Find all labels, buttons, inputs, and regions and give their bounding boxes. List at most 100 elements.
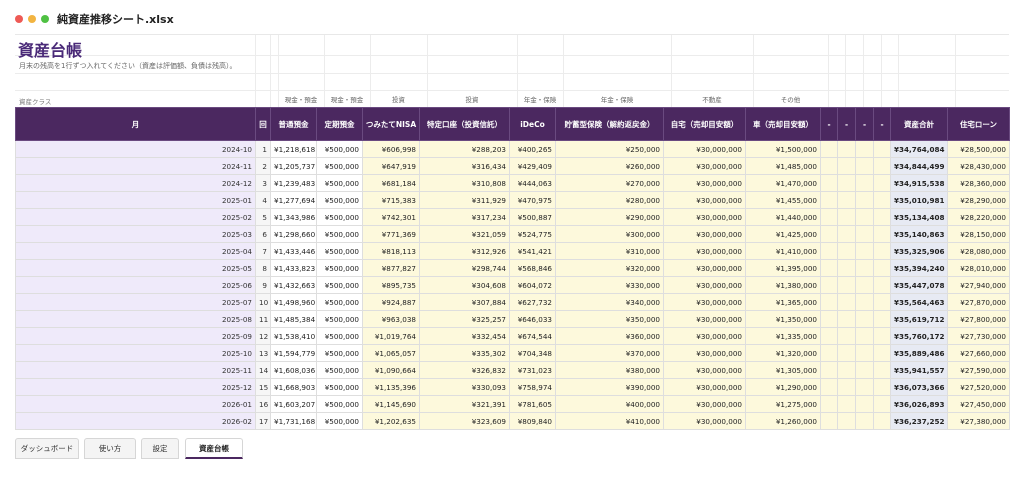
cell-home[interactable]: ¥30,000,000: [663, 174, 746, 192]
header-asset-total[interactable]: 資産合計: [890, 107, 948, 141]
cell-home[interactable]: ¥30,000,000: [663, 157, 746, 175]
cell-home[interactable]: ¥30,000,000: [663, 276, 746, 294]
cell-ideco[interactable]: ¥781,605: [509, 395, 556, 413]
cell-spare-1[interactable]: [820, 344, 838, 362]
cell-asset-total[interactable]: ¥35,941,557: [890, 361, 948, 379]
cell-spare-1[interactable]: [820, 395, 838, 413]
cell-ideco[interactable]: ¥429,409: [509, 157, 556, 175]
cell-spare-1[interactable]: [820, 140, 838, 158]
cell-mortgage[interactable]: ¥27,590,000: [947, 361, 1010, 379]
cell-nisa[interactable]: ¥647,919: [362, 157, 420, 175]
cell-savings[interactable]: ¥1,603,207: [270, 395, 317, 413]
cell-month[interactable]: 2024-12: [15, 174, 256, 192]
cell-time-deposit[interactable]: ¥500,000: [316, 225, 363, 243]
cell-mortgage[interactable]: ¥28,150,000: [947, 225, 1010, 243]
cell-home[interactable]: ¥30,000,000: [663, 361, 746, 379]
cell-home[interactable]: ¥30,000,000: [663, 191, 746, 209]
cell-nisa[interactable]: ¥895,735: [362, 276, 420, 294]
cell-insurance[interactable]: ¥300,000: [555, 225, 664, 243]
cell-asset-total[interactable]: ¥36,026,893: [890, 395, 948, 413]
cell-spare-1[interactable]: [820, 412, 838, 430]
cell-nisa[interactable]: ¥681,184: [362, 174, 420, 192]
cell-asset-total[interactable]: ¥35,619,712: [890, 310, 948, 328]
header-ideco[interactable]: iDeCo: [509, 107, 556, 141]
cell-month[interactable]: 2025-01: [15, 191, 256, 209]
cell-car[interactable]: ¥1,320,000: [745, 344, 821, 362]
cell-spare-1[interactable]: [820, 259, 838, 277]
cell-ideco[interactable]: ¥674,544: [509, 327, 556, 345]
cell-month[interactable]: 2025-12: [15, 378, 256, 396]
cell-taxable-trust[interactable]: ¥288,203: [419, 140, 510, 158]
header-insurance[interactable]: 貯蓄型保険（解約返戻金）: [555, 107, 664, 141]
cell-spare-4[interactable]: [873, 225, 891, 243]
cell-asset-total[interactable]: ¥35,889,486: [890, 344, 948, 362]
header-taxable-trust[interactable]: 特定口座（投資信託）: [419, 107, 510, 141]
cell-ideco[interactable]: ¥704,348: [509, 344, 556, 362]
cell-insurance[interactable]: ¥360,000: [555, 327, 664, 345]
header-spare-3[interactable]: -: [855, 107, 874, 141]
header-month[interactable]: 月: [15, 107, 256, 141]
cell-time-deposit[interactable]: ¥500,000: [316, 174, 363, 192]
cell-taxable-trust[interactable]: ¥321,391: [419, 395, 510, 413]
cell-spare-4[interactable]: [873, 276, 891, 294]
cell-spare-4[interactable]: [873, 157, 891, 175]
cell-spare-1[interactable]: [820, 276, 838, 294]
cell-insurance[interactable]: ¥290,000: [555, 208, 664, 226]
cell-insurance[interactable]: ¥400,000: [555, 395, 664, 413]
cell-index[interactable]: 9: [255, 276, 271, 294]
cell-taxable-trust[interactable]: ¥316,434: [419, 157, 510, 175]
cell-savings[interactable]: ¥1,731,168: [270, 412, 317, 430]
cell-insurance[interactable]: ¥370,000: [555, 344, 664, 362]
cell-spare-4[interactable]: [873, 310, 891, 328]
cell-savings[interactable]: ¥1,343,986: [270, 208, 317, 226]
cell-ideco[interactable]: ¥604,072: [509, 276, 556, 294]
cell-home[interactable]: ¥30,000,000: [663, 378, 746, 396]
cell-ideco[interactable]: ¥400,265: [509, 140, 556, 158]
cell-spare-4[interactable]: [873, 208, 891, 226]
cell-car[interactable]: ¥1,410,000: [745, 242, 821, 260]
cell-spare-3[interactable]: [855, 293, 874, 311]
tab-asset-ledger[interactable]: 資産台帳: [185, 438, 243, 459]
cell-taxable-trust[interactable]: ¥335,302: [419, 344, 510, 362]
cell-spare-1[interactable]: [820, 310, 838, 328]
cell-ideco[interactable]: ¥568,846: [509, 259, 556, 277]
cell-index[interactable]: 10: [255, 293, 271, 311]
cell-savings[interactable]: ¥1,277,694: [270, 191, 317, 209]
cell-savings[interactable]: ¥1,298,660: [270, 225, 317, 243]
cell-spare-4[interactable]: [873, 378, 891, 396]
cell-ideco[interactable]: ¥541,421: [509, 242, 556, 260]
cell-nisa[interactable]: ¥1,145,690: [362, 395, 420, 413]
cell-savings[interactable]: ¥1,218,618: [270, 140, 317, 158]
cell-spare-3[interactable]: [855, 242, 874, 260]
cell-time-deposit[interactable]: ¥500,000: [316, 208, 363, 226]
cell-month[interactable]: 2024-11: [15, 157, 256, 175]
cell-spare-2[interactable]: [837, 174, 856, 192]
cell-ideco[interactable]: ¥470,975: [509, 191, 556, 209]
cell-spare-2[interactable]: [837, 395, 856, 413]
cell-savings[interactable]: ¥1,433,446: [270, 242, 317, 260]
cell-home[interactable]: ¥30,000,000: [663, 225, 746, 243]
cell-savings[interactable]: ¥1,433,823: [270, 259, 317, 277]
close-window-button[interactable]: [15, 15, 23, 23]
header-savings[interactable]: 普通預金: [270, 107, 317, 141]
cell-insurance[interactable]: ¥380,000: [555, 361, 664, 379]
cell-time-deposit[interactable]: ¥500,000: [316, 293, 363, 311]
tab-howto[interactable]: 使い方: [84, 438, 136, 459]
cell-index[interactable]: 8: [255, 259, 271, 277]
cell-home[interactable]: ¥30,000,000: [663, 242, 746, 260]
cell-ideco[interactable]: ¥731,023: [509, 361, 556, 379]
cell-taxable-trust[interactable]: ¥321,059: [419, 225, 510, 243]
cell-month[interactable]: 2026-02: [15, 412, 256, 430]
cell-home[interactable]: ¥30,000,000: [663, 310, 746, 328]
cell-taxable-trust[interactable]: ¥323,609: [419, 412, 510, 430]
cell-month[interactable]: 2025-08: [15, 310, 256, 328]
cell-ideco[interactable]: ¥758,974: [509, 378, 556, 396]
cell-home[interactable]: ¥30,000,000: [663, 327, 746, 345]
cell-index[interactable]: 2: [255, 157, 271, 175]
cell-asset-total[interactable]: ¥36,237,252: [890, 412, 948, 430]
cell-nisa[interactable]: ¥1,202,635: [362, 412, 420, 430]
cell-spare-1[interactable]: [820, 208, 838, 226]
cell-time-deposit[interactable]: ¥500,000: [316, 140, 363, 158]
cell-index[interactable]: 3: [255, 174, 271, 192]
header-home[interactable]: 自宅（売却目安額）: [663, 107, 746, 141]
